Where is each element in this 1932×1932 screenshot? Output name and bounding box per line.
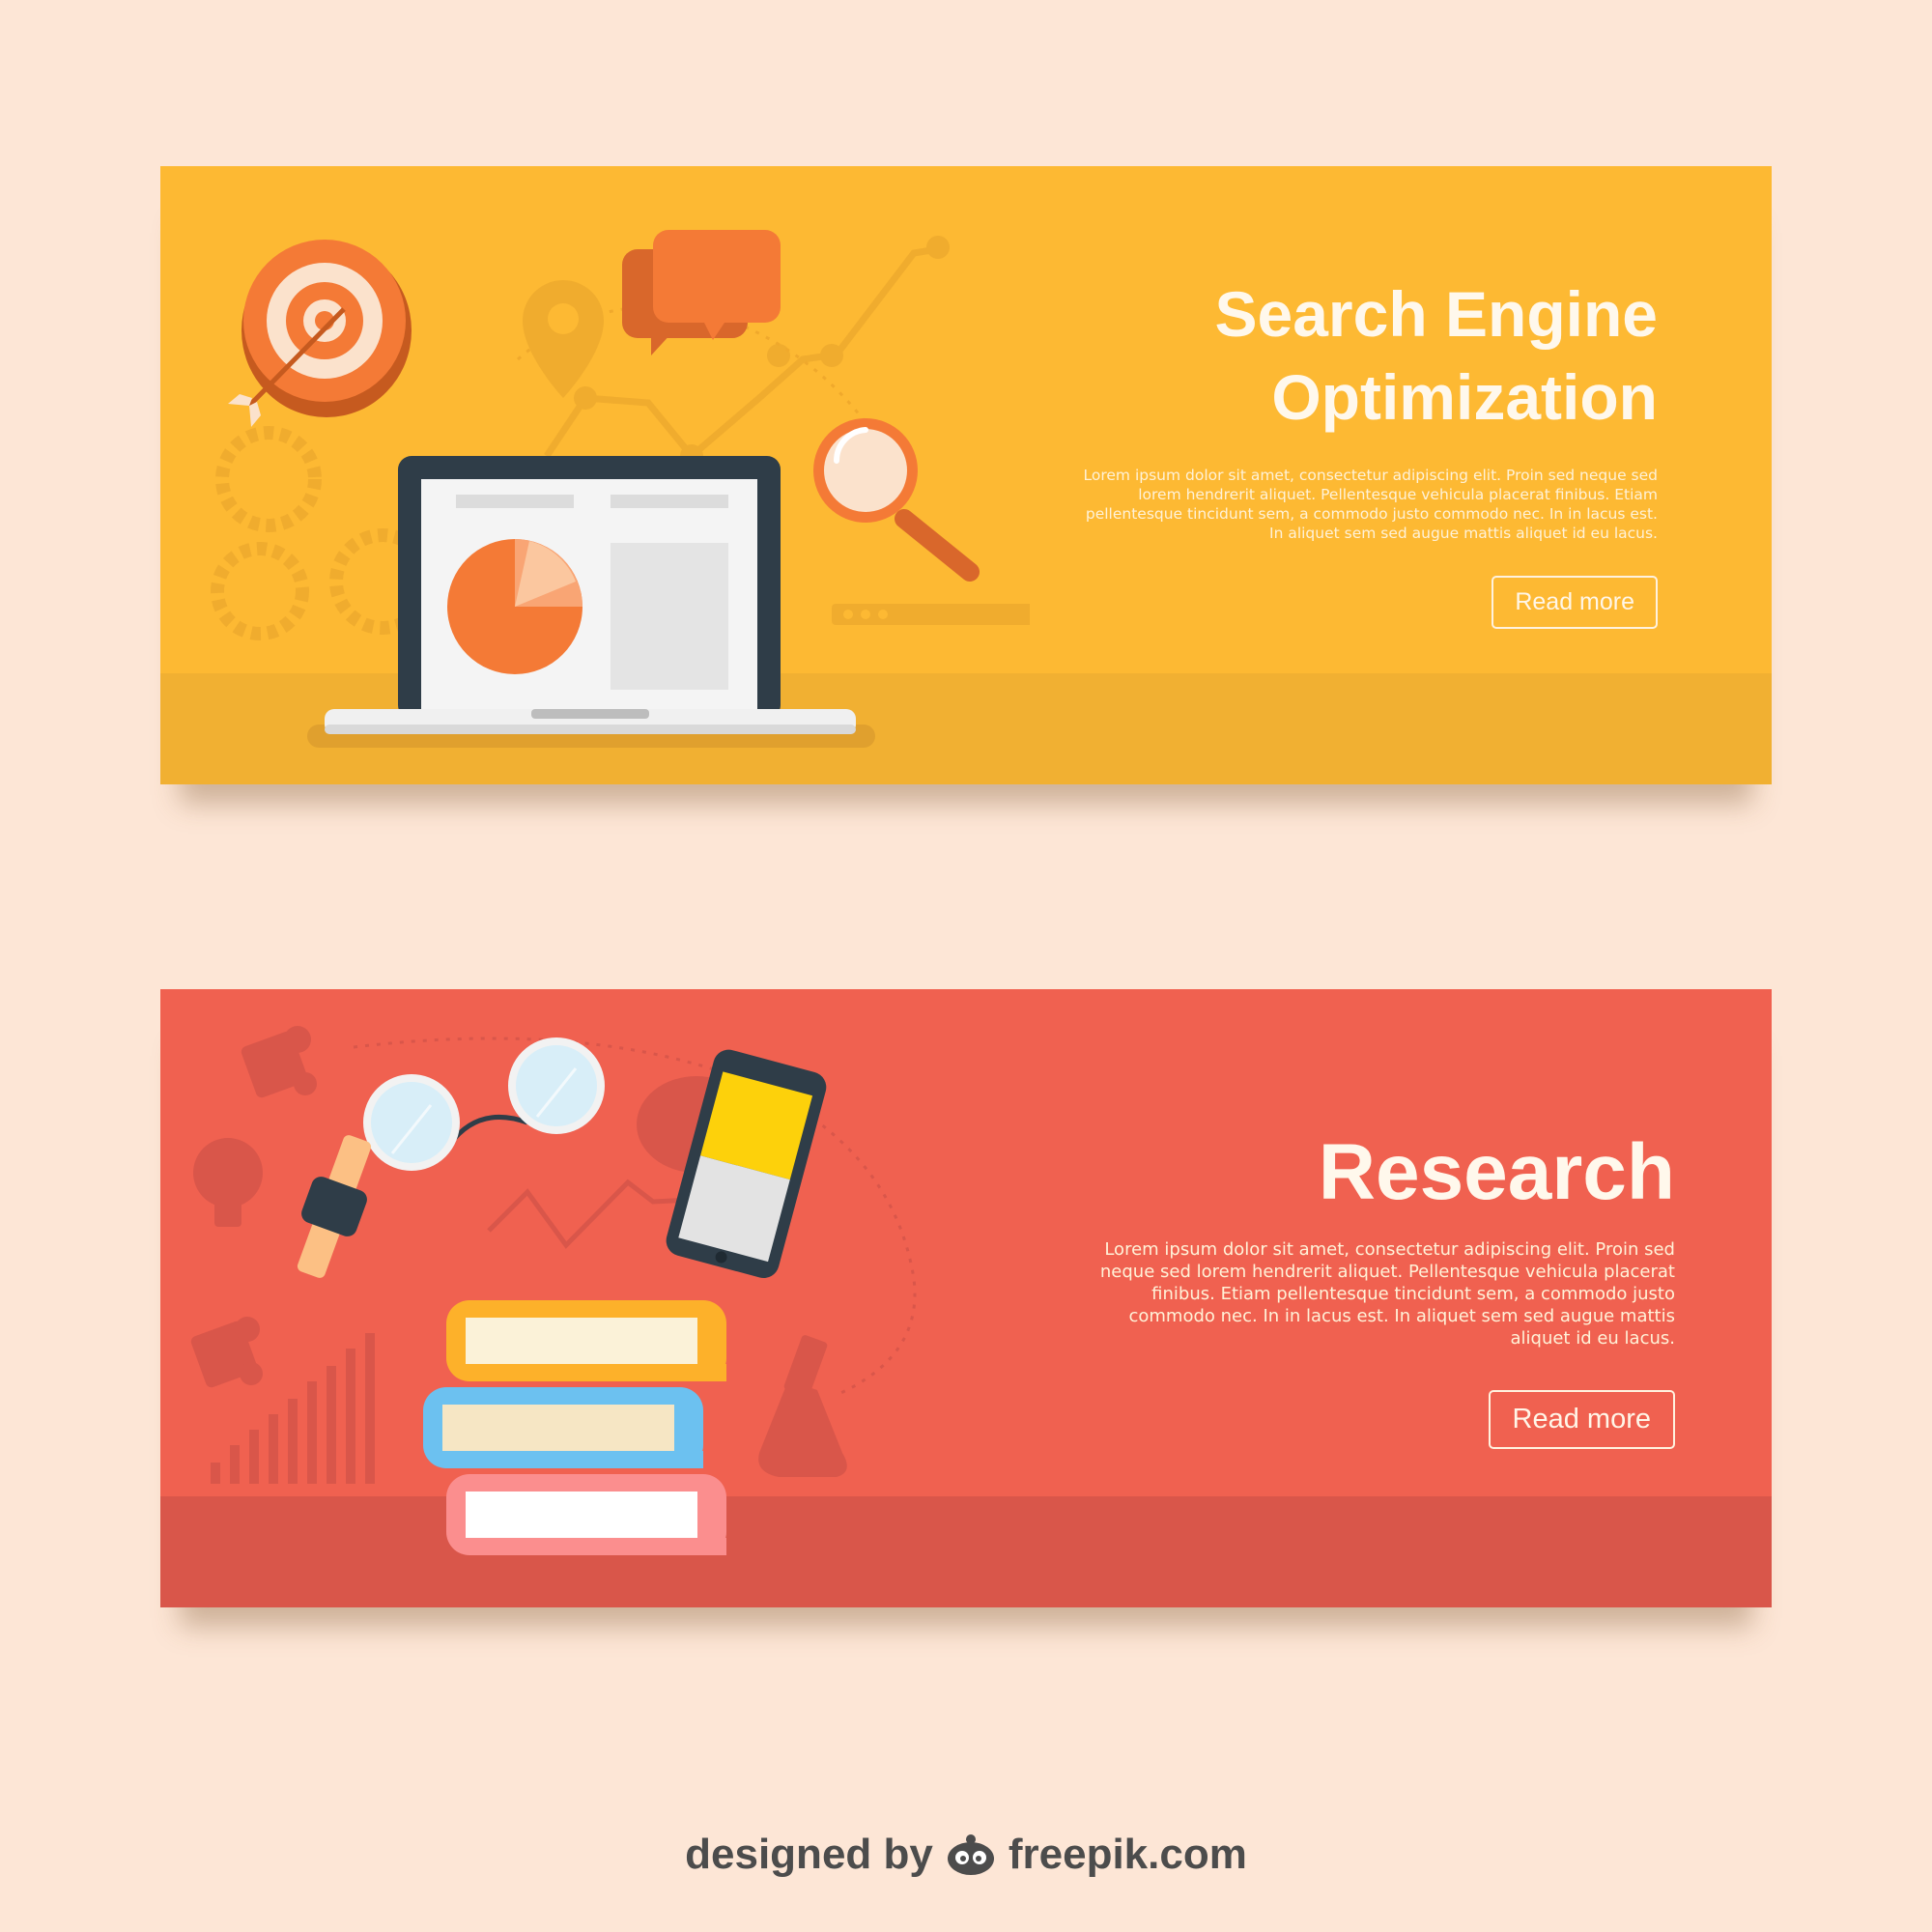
wristwatch-icon — [297, 1135, 372, 1278]
map-pin-icon — [523, 280, 604, 398]
line-graph-icon — [487, 1179, 693, 1249]
freepik-logo-icon — [947, 1834, 994, 1875]
footer-credit: designed by freepik.com — [0, 1831, 1932, 1879]
seo-text-column: Search Engine Optimization Lorem ipsum d… — [1068, 272, 1658, 629]
research-illustration — [190, 1026, 917, 1555]
puzzle-piece-icon — [241, 1026, 317, 1098]
books-icon — [423, 1300, 726, 1555]
lightbulb-icon — [193, 1138, 263, 1227]
laptop-icon — [325, 456, 856, 734]
research-read-more-button[interactable]: Read more — [1488, 1390, 1675, 1449]
research-body-text: Lorem ipsum dolor sit amet, consectetur … — [1099, 1239, 1675, 1349]
pie-chart-icon — [447, 539, 582, 674]
puzzle-piece-icon — [190, 1317, 263, 1388]
seo-title-line-1: Search Engine — [1214, 278, 1659, 350]
glasses-icon — [363, 1037, 605, 1171]
footer-prefix: designed by — [685, 1831, 933, 1878]
seo-body-text: Lorem ipsum dolor sit amet, consectetur … — [1083, 467, 1658, 542]
seo-read-more-button[interactable]: Read more — [1492, 576, 1658, 629]
seo-title-line-2: Optimization — [1271, 361, 1658, 433]
research-banner: Research Lorem ipsum dolor sit amet, con… — [160, 989, 1772, 1607]
research-text-column: Research Lorem ipsum dolor sit amet, con… — [1066, 1124, 1675, 1449]
chat-bubble-icon — [622, 230, 781, 355]
magnifying-glass-icon — [813, 418, 980, 582]
seo-illustration — [211, 230, 1030, 748]
seo-banner: Search Engine Optimization Lorem ipsum d… — [160, 166, 1772, 784]
search-bar-icon — [832, 604, 1030, 625]
research-title: Research — [1318, 1128, 1675, 1216]
footer-brand[interactable]: freepik.com — [1009, 1831, 1247, 1879]
gear-icon — [211, 426, 436, 640]
flask-icon — [758, 1335, 847, 1477]
